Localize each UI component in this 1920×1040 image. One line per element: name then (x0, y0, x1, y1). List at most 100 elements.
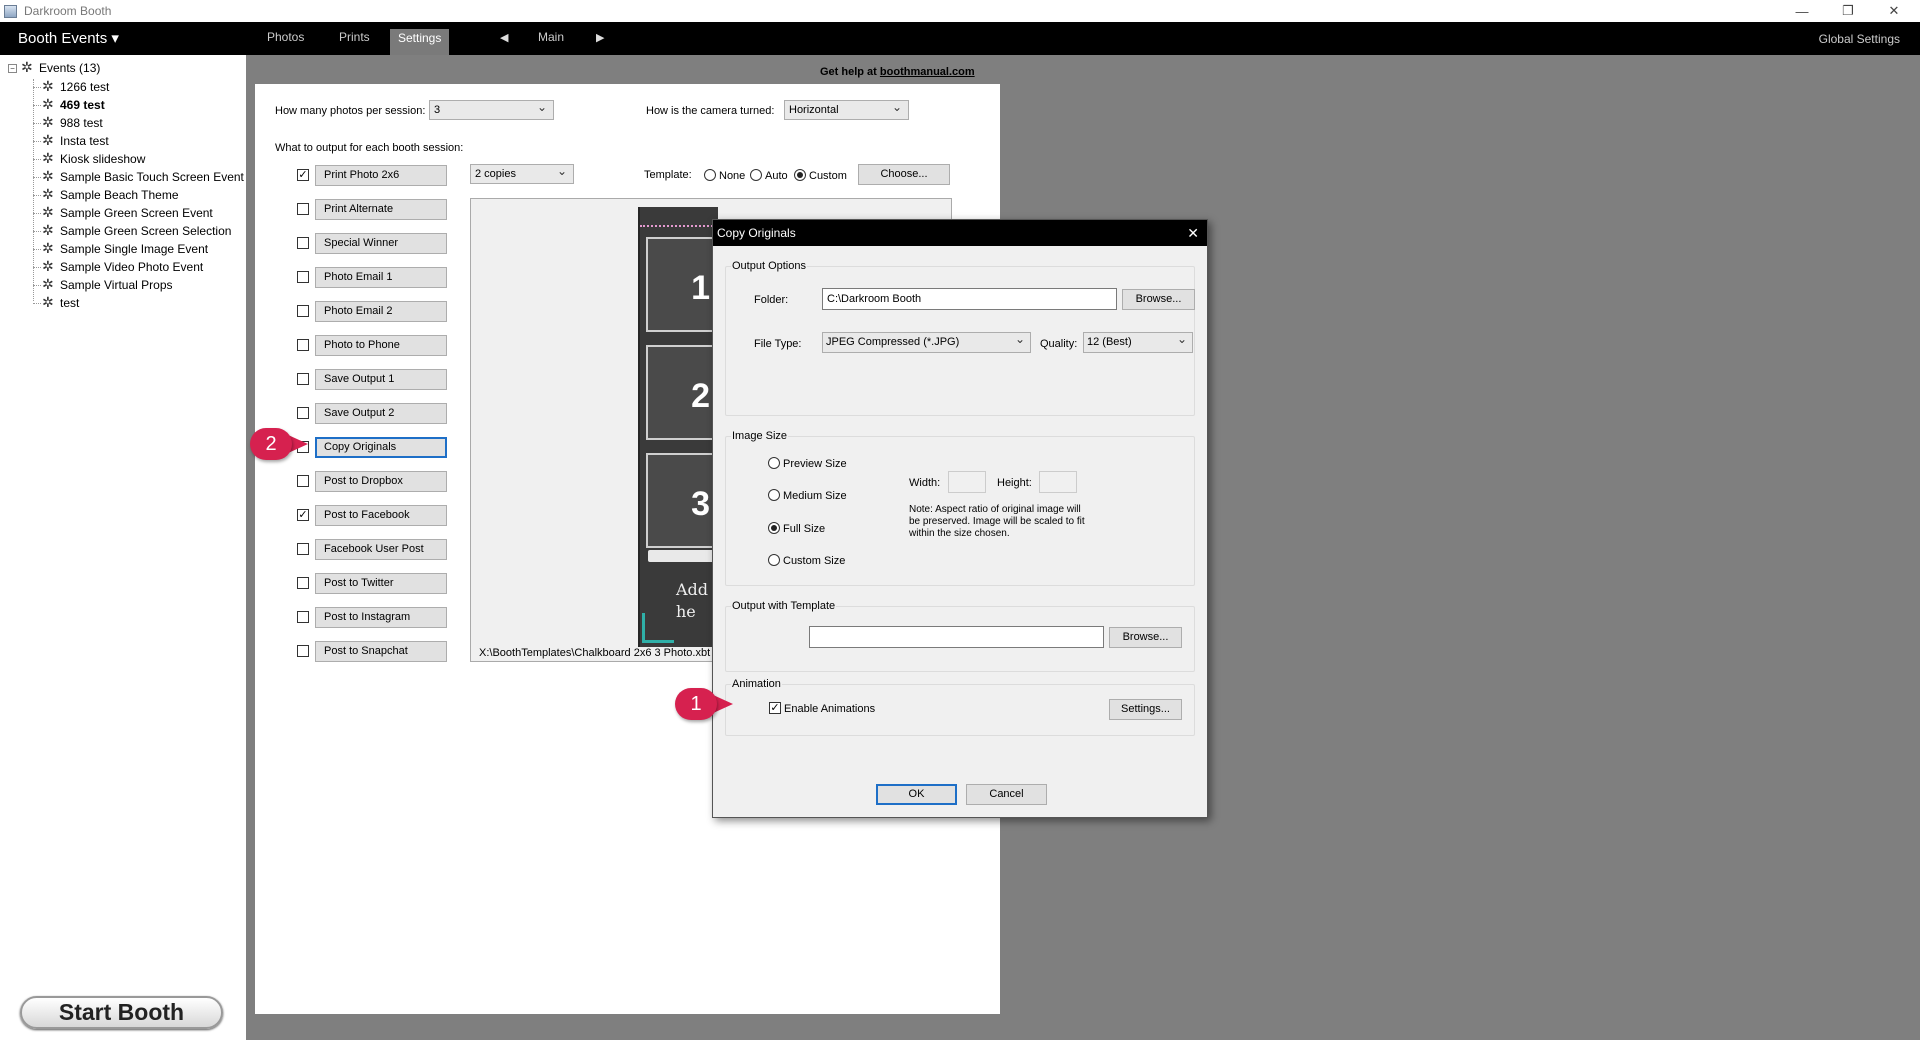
folder-label: Folder: (754, 294, 789, 306)
boothmanual-link[interactable]: boothmanual.com (880, 66, 975, 78)
preview-size-radio[interactable] (768, 457, 780, 469)
template-browse-button[interactable]: Browse... (1109, 627, 1182, 648)
template-custom-radio[interactable] (794, 169, 806, 181)
output-checkbox-post-to-twitter[interactable] (297, 577, 309, 589)
close-icon[interactable]: ✕ (1872, 0, 1916, 22)
event-gear-icon (21, 59, 35, 76)
cancel-button[interactable]: Cancel (966, 784, 1047, 805)
height-input[interactable] (1039, 471, 1077, 493)
tree-item-label: Insta test (60, 134, 109, 148)
custom-size-radio[interactable] (768, 554, 780, 566)
tree-item[interactable]: Sample Video Photo Event (33, 258, 204, 275)
global-settings-link[interactable]: Global Settings (1819, 32, 1900, 46)
output-checkbox-save-output-1[interactable] (297, 373, 309, 385)
template-path: X:\BoothTemplates\Chalkboard 2x6 3 Photo… (479, 647, 711, 659)
tree-item[interactable]: 1266 test (33, 78, 109, 95)
output-button-save-output-1[interactable]: Save Output 1 (315, 369, 447, 390)
template-none-radio[interactable] (704, 169, 716, 181)
template-auto-label: Auto (765, 170, 788, 182)
callout-marker-1: 1 (669, 682, 735, 726)
output-checkbox-print-photo[interactable]: ✓ (297, 169, 309, 181)
output-checkbox-photo-to-phone[interactable] (297, 339, 309, 351)
events-tree-panel: − Events (13) 1266 test 469 test 988 tes… (0, 55, 246, 1040)
output-checkbox-print-alternate[interactable] (297, 203, 309, 215)
output-checkbox-facebook-user-post[interactable] (297, 543, 309, 555)
tree-item-selected[interactable]: 469 test (33, 96, 105, 113)
output-checkbox-post-to-facebook[interactable]: ✓ (297, 509, 309, 521)
output-button-post-to-snapchat[interactable]: Post to Snapchat (315, 641, 447, 662)
tree-item-label: Sample Video Photo Event (60, 260, 204, 274)
tree-item[interactable]: Sample Basic Touch Screen Event (33, 168, 244, 185)
restore-icon[interactable]: ❐ (1826, 0, 1870, 22)
quality-select[interactable]: 12 (Best) (1083, 330, 1193, 353)
output-button-special-winner[interactable]: Special Winner (315, 233, 447, 254)
file-type-select[interactable]: JPEG Compressed (*.JPG) (822, 330, 1031, 353)
copies-select[interactable]: 2 copies (470, 162, 574, 184)
tree-item[interactable]: test (33, 294, 79, 311)
output-button-post-to-dropbox[interactable]: Post to Dropbox (315, 471, 447, 492)
minimize-icon[interactable]: — (1780, 0, 1824, 22)
image-size-group: Image Size Preview Size Medium Size Full… (725, 430, 1195, 586)
output-button-post-to-facebook[interactable]: Post to Facebook (315, 505, 447, 526)
template-input[interactable] (809, 626, 1104, 648)
camera-turned-select[interactable]: Horizontal (784, 98, 909, 120)
output-button-photo-email-2[interactable]: Photo Email 2 (315, 301, 447, 322)
previous-arrow-icon[interactable]: ◀ (500, 31, 508, 44)
tree-item-label: Sample Beach Theme (60, 188, 179, 202)
animation-group: Animation ✓ Enable Animations Settings..… (725, 678, 1195, 736)
next-arrow-icon[interactable]: ▶ (596, 31, 604, 44)
output-button-post-to-instagram[interactable]: Post to Instagram (315, 607, 447, 628)
output-button-photo-to-phone[interactable]: Photo to Phone (315, 335, 447, 356)
photos-per-session-select[interactable]: 3 (429, 98, 554, 120)
tab-settings[interactable]: Settings (390, 29, 450, 55)
tree-root[interactable]: − Events (13) (8, 59, 100, 76)
output-button-post-to-twitter[interactable]: Post to Twitter (315, 573, 447, 594)
dialog-close-icon[interactable]: ✕ (1187, 220, 1199, 246)
output-template-group: Output with Template Browse... (725, 600, 1195, 672)
tree-item[interactable]: Insta test (33, 132, 109, 149)
output-checkbox-post-to-dropbox[interactable] (297, 475, 309, 487)
title-bar: Darkroom Booth — ❐ ✕ (0, 0, 1920, 22)
medium-size-radio[interactable] (768, 489, 780, 501)
custom-size-label: Custom Size (783, 555, 846, 567)
event-gear-icon (42, 258, 56, 275)
output-checkbox-photo-email-1[interactable] (297, 271, 309, 283)
start-booth-button[interactable]: Start Booth (20, 996, 223, 1029)
copy-originals-dialog: Copy Originals ✕ Output Options Folder: … (712, 219, 1208, 818)
tab-main[interactable]: Main (538, 30, 564, 54)
width-input[interactable] (948, 471, 986, 493)
tree-item-label: Sample Green Screen Selection (60, 224, 232, 238)
booth-events-menu[interactable]: Booth Events ▾ (18, 29, 119, 47)
output-button-copy-originals[interactable]: Copy Originals (315, 437, 447, 458)
tree-item[interactable]: Sample Green Screen Selection (33, 222, 232, 239)
tree-item[interactable]: Kiosk slideshow (33, 150, 145, 167)
tree-item[interactable]: Sample Beach Theme (33, 186, 179, 203)
ok-button[interactable]: OK (876, 784, 957, 805)
tab-photos[interactable]: Photos (267, 30, 304, 54)
output-checkbox-post-to-instagram[interactable] (297, 611, 309, 623)
output-button-facebook-user-post[interactable]: Facebook User Post (315, 539, 447, 560)
tab-prints[interactable]: Prints (339, 30, 370, 54)
tree-item-label: Sample Basic Touch Screen Event (60, 170, 244, 184)
output-button-print-photo[interactable]: Print Photo 2x6 (315, 165, 447, 186)
choose-template-button[interactable]: Choose... (858, 164, 950, 185)
output-button-print-alternate[interactable]: Print Alternate (315, 199, 447, 220)
output-checkbox-photo-email-2[interactable] (297, 305, 309, 317)
folder-input[interactable]: C:\Darkroom Booth (822, 288, 1117, 310)
template-auto-radio[interactable] (750, 169, 762, 181)
output-checkbox-post-to-snapchat[interactable] (297, 645, 309, 657)
tree-item[interactable]: Sample Green Screen Event (33, 204, 213, 221)
output-checkbox-special-winner[interactable] (297, 237, 309, 249)
tree-item[interactable]: Sample Virtual Props (33, 276, 173, 293)
output-button-photo-email-1[interactable]: Photo Email 1 (315, 267, 447, 288)
enable-animations-checkbox[interactable]: ✓ (769, 702, 781, 714)
collapse-icon[interactable]: − (8, 63, 17, 73)
image-size-title: Image Size (731, 430, 789, 442)
output-button-save-output-2[interactable]: Save Output 2 (315, 403, 447, 424)
full-size-radio[interactable] (768, 522, 780, 534)
output-checkbox-save-output-2[interactable] (297, 407, 309, 419)
tree-item[interactable]: 988 test (33, 114, 103, 131)
folder-browse-button[interactable]: Browse... (1122, 289, 1195, 310)
tree-item[interactable]: Sample Single Image Event (33, 240, 208, 257)
animation-settings-button[interactable]: Settings... (1109, 699, 1182, 720)
